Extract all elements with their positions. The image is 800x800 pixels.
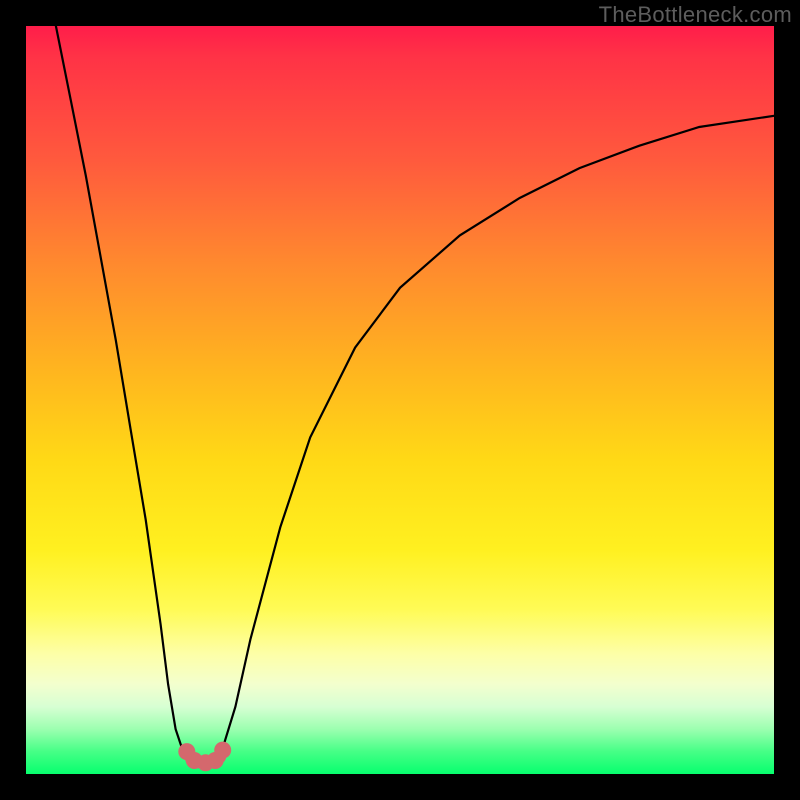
- curve-right-branch: [221, 116, 775, 756]
- watermark-text: TheBottleneck.com: [599, 2, 792, 28]
- valley-marker-group: [178, 742, 231, 772]
- curve-layer: [0, 0, 800, 800]
- valley-marker-dot: [214, 742, 231, 759]
- curve-left-branch: [56, 26, 191, 759]
- chart-frame: TheBottleneck.com: [0, 0, 800, 800]
